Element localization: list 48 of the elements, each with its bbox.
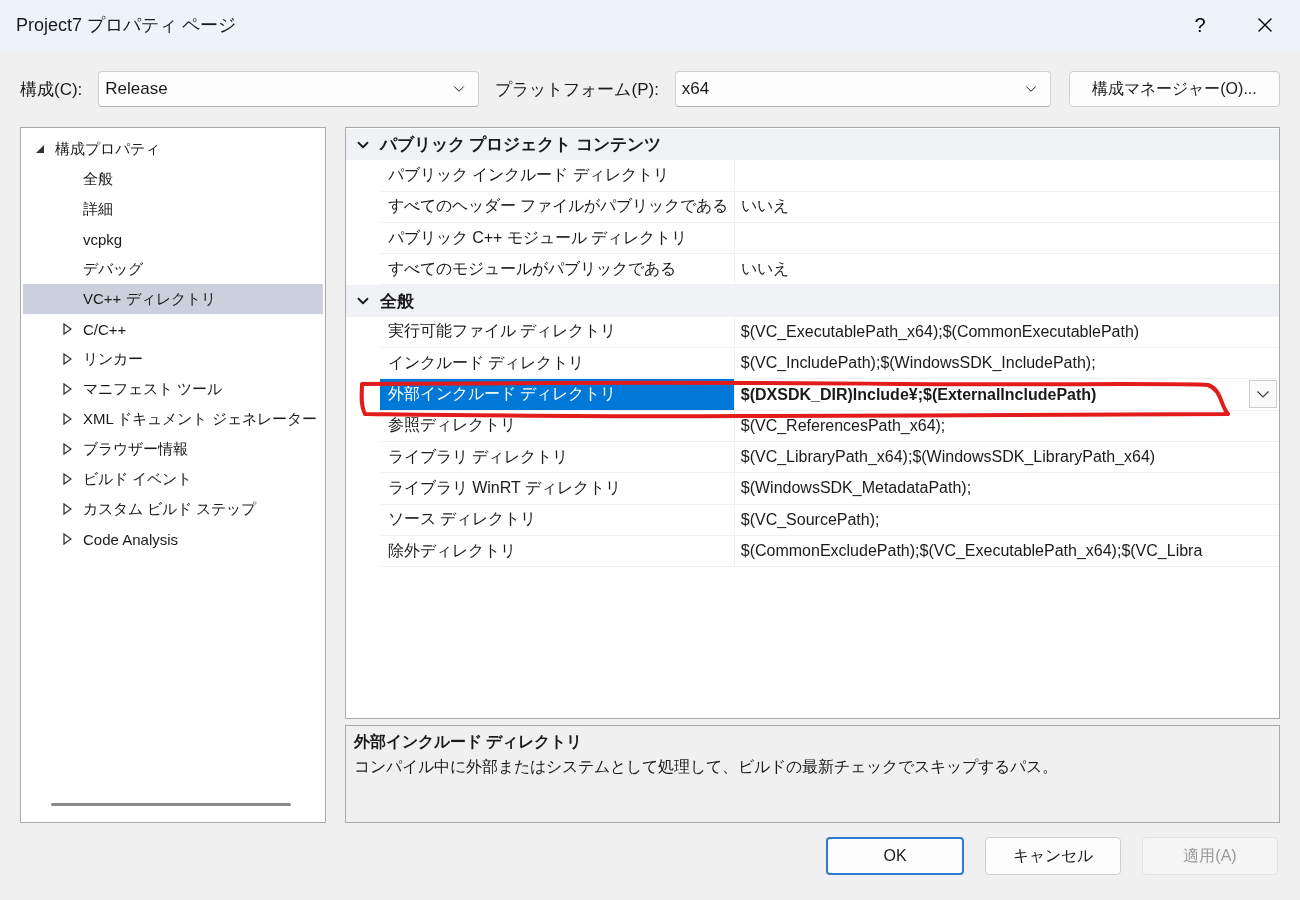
- property-value: いいえ: [739, 258, 790, 279]
- tree-item[interactable]: ブラウザー情報: [23, 434, 323, 464]
- property-value: $(VC_SourcePath);: [739, 509, 881, 530]
- property-value: いいえ: [739, 196, 790, 217]
- tree-item[interactable]: Code Analysis: [23, 524, 323, 554]
- tree-item[interactable]: ビルド イベント: [23, 464, 323, 494]
- platform-label: プラットフォーム(P):: [495, 78, 659, 101]
- category-row[interactable]: 全般: [345, 285, 1279, 317]
- collapsed-triangle-icon[interactable]: [63, 503, 72, 515]
- property-value: $(CommonExcludePath);$(VC_ExecutablePath_x64);$(VC_Libra: [739, 541, 1204, 561]
- collapsed-triangle-icon[interactable]: [63, 383, 72, 395]
- description-title: 外部インクルード ディレクトリ: [353, 732, 584, 752]
- description-text: コンパイル中に外部またはシステムとして処理して、ビルドの最新チェックでスキップするパス。: [353, 757, 1059, 777]
- collapsed-triangle-icon[interactable]: [63, 533, 72, 545]
- tree-item[interactable]: デバッグ: [23, 254, 323, 284]
- category-row[interactable]: パブリック プロジェクト コンテンツ: [345, 129, 1279, 161]
- tree-item[interactable]: マニフェスト ツール: [23, 374, 323, 404]
- tree-item[interactable]: 構成プロパティ: [23, 134, 323, 164]
- tree-item[interactable]: C/C++: [23, 314, 323, 344]
- property-value: $(VC_ExecutablePath_x64);$(CommonExecutablePath): [739, 321, 1141, 342]
- property-value: $(VC_LibraryPath_x64);$(WindowsSDK_LibraryPath_x64): [739, 447, 1157, 468]
- collapsed-triangle-icon[interactable]: [63, 473, 72, 485]
- collapsed-triangle-icon[interactable]: [63, 413, 72, 425]
- window-title: Project7 プロパティ ページ: [16, 14, 238, 37]
- tree-item[interactable]: VC++ ディレクトリ: [23, 284, 323, 314]
- property-value: $(DXSDK_DIR)Include¥;$(ExternalIncludePath): [734, 379, 1279, 410]
- dialog-button[interactable]: キャンセル: [985, 837, 1121, 875]
- tree-item[interactable]: カスタム ビルド ステップ: [23, 494, 323, 524]
- tree-item[interactable]: 全般: [23, 164, 323, 194]
- configuration-manager-button[interactable]: 構成マネージャー(O)...: [1069, 71, 1280, 107]
- property-value: $(VC_ReferencesPath_x64);: [739, 415, 947, 436]
- horizontal-scrollbar[interactable]: [51, 803, 291, 806]
- property-value: $(VC_IncludePath);$(WindowsSDK_IncludePath);: [739, 353, 1097, 374]
- platform-dropdown[interactable]: x64: [674, 71, 1051, 107]
- tree-item[interactable]: リンカー: [23, 344, 323, 374]
- collapsed-triangle-icon[interactable]: [63, 323, 72, 335]
- configuration-label: 構成(C):: [20, 78, 83, 101]
- tree-item[interactable]: XML ドキュメント ジェネレーター: [23, 404, 323, 434]
- configuration-dropdown[interactable]: Release: [98, 71, 480, 107]
- expanded-triangle-icon[interactable]: [35, 144, 45, 154]
- tree-item[interactable]: 詳細: [23, 194, 323, 224]
- tree-item[interactable]: vcpkg: [23, 224, 323, 254]
- collapsed-triangle-icon[interactable]: [63, 443, 72, 455]
- property-value: $(WindowsSDK_MetadataPath);: [739, 478, 973, 499]
- help-button[interactable]: ?: [1170, 0, 1230, 50]
- collapsed-triangle-icon[interactable]: [63, 353, 72, 365]
- chevron-down-icon: [1257, 390, 1269, 398]
- dialog-button[interactable]: OK: [826, 837, 964, 875]
